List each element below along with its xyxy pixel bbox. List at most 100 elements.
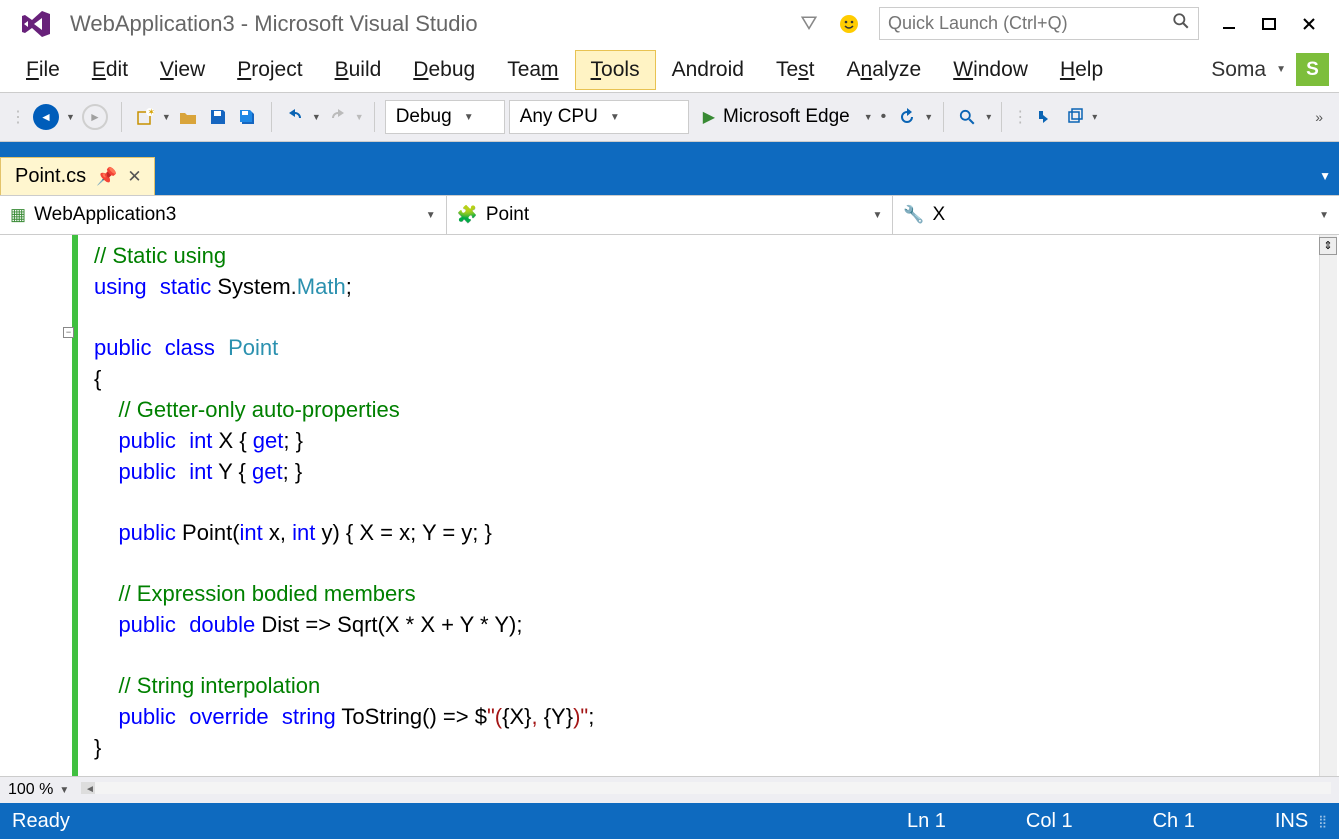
editor-footer: 100 % ▼ ◄ <box>0 776 1339 803</box>
vertical-scrollbar[interactable] <box>1319 235 1337 776</box>
document-tab-strip: Point.cs 📌 ✕ ▼ <box>0 157 1339 195</box>
code-editor[interactable]: − // Static using using static System.Ma… <box>0 235 1339 776</box>
code-token: string <box>282 704 336 729</box>
new-project-button[interactable]: ✶ <box>132 102 158 132</box>
toolbar-overflow-chevron-icon[interactable]: » <box>1315 109 1323 125</box>
feedback-smiley-icon[interactable] <box>835 10 863 38</box>
zoom-dropdown-icon[interactable]: ▼ <box>59 785 69 796</box>
undo-button[interactable] <box>282 102 308 132</box>
menu-debug[interactable]: Debug <box>397 50 491 90</box>
menu-project[interactable]: Project <box>221 50 318 90</box>
code-token: Math <box>297 274 346 299</box>
chevron-down-icon[interactable]: ▼ <box>162 112 171 122</box>
tab-overflow-icon[interactable]: ▼ <box>1319 169 1331 183</box>
toolbar-overflow-icon[interactable]: ▾ <box>1092 112 1097 123</box>
solution-platform-dropdown[interactable]: Any CPU▼ <box>509 100 689 134</box>
menu-help[interactable]: Help <box>1044 50 1119 90</box>
search-icon[interactable] <box>1172 12 1190 35</box>
document-tab[interactable]: Point.cs 📌 ✕ <box>0 157 155 195</box>
property-icon: 🔧 <box>903 205 924 225</box>
menu-team[interactable]: Team <box>491 50 574 90</box>
code-token: , <box>531 704 543 729</box>
code-token: // Getter-only auto-properties <box>94 397 400 422</box>
code-token: X { <box>212 428 252 453</box>
code-token: public <box>94 428 176 453</box>
code-token: )" <box>573 704 588 729</box>
csharp-project-icon: ▦ <box>10 205 26 225</box>
menu-edit[interactable]: Edit <box>76 50 144 90</box>
code-token: public <box>94 704 176 729</box>
run-target-label: Microsoft Edge <box>723 106 850 128</box>
toolbar-overflow-icon[interactable]: ▾ <box>986 112 991 123</box>
code-token: x, <box>263 520 292 545</box>
solution-config-dropdown[interactable]: Debug▼ <box>385 100 505 134</box>
code-token: // Static using <box>94 243 226 268</box>
nav-back-button[interactable]: ◄ <box>30 102 62 132</box>
minimize-button[interactable] <box>1209 9 1249 39</box>
split-editor-icon[interactable]: ⇕ <box>1319 237 1337 255</box>
zoom-level[interactable]: 100 % <box>8 781 53 799</box>
find-in-files-button[interactable] <box>954 102 980 132</box>
code-area[interactable]: // Static using using static System.Math… <box>78 235 1339 776</box>
toolbar-grip-icon: ⋮ <box>1012 107 1028 127</box>
nav-project-dropdown[interactable]: ▦ WebApplication3 ▼ <box>0 196 447 234</box>
start-debugging-button[interactable]: ▶Microsoft Edge <box>693 102 860 132</box>
code-token: int <box>292 520 315 545</box>
save-all-button[interactable] <box>235 102 261 132</box>
chevron-down-icon[interactable]: ▼ <box>924 112 933 122</box>
nav-class-dropdown[interactable]: 🧩 Point ▼ <box>447 196 894 234</box>
outline-collapse-icon[interactable]: − <box>63 327 74 338</box>
code-token: public <box>94 335 151 360</box>
maximize-button[interactable] <box>1249 9 1289 39</box>
menu-analyze[interactable]: Analyze <box>831 50 938 90</box>
status-bar: Ready Ln 1 Col 1 Ch 1 INS ⣿ <box>0 803 1339 839</box>
code-token: override <box>189 704 268 729</box>
close-tab-icon[interactable]: ✕ <box>127 167 141 187</box>
menu-test[interactable]: Test <box>760 50 831 90</box>
pin-tab-icon[interactable]: 📌 <box>96 167 117 187</box>
editor-nav-bar: ▦ WebApplication3 ▼ 🧩 Point ▼ 🔧 X ▼ <box>0 195 1339 235</box>
code-token: } <box>94 735 101 760</box>
toolbar-grip-icon: ⋮ <box>10 107 26 127</box>
code-token: {Y} <box>544 704 573 729</box>
editor-gutter[interactable]: − <box>0 235 78 776</box>
signed-in-user[interactable]: Soma <box>1201 58 1276 82</box>
close-button[interactable] <box>1289 9 1329 39</box>
chevron-down-icon[interactable]: ▼ <box>312 112 321 122</box>
quick-launch-box[interactable] <box>879 7 1199 40</box>
notifications-icon[interactable] <box>795 10 823 38</box>
code-token: int <box>189 459 212 484</box>
standard-toolbar: ⋮ ◄ ▼ ► ✶ ▼ ▼ ▼ Debug▼ Any CPU▼ ▶Microso… <box>0 92 1339 142</box>
chevron-down-icon[interactable]: ▼ <box>355 112 364 122</box>
menu-tools[interactable]: Tools <box>575 50 656 90</box>
chevron-down-icon[interactable]: ▼ <box>66 112 75 122</box>
save-button[interactable] <box>205 102 231 132</box>
code-token: System. <box>211 274 297 299</box>
menu-view[interactable]: View <box>144 50 221 90</box>
code-token: ; <box>346 274 352 299</box>
code-token: public <box>94 459 176 484</box>
resize-grip-icon[interactable]: ⣿ <box>1318 814 1327 828</box>
code-token: y) { X = x; Y = y; } <box>315 520 492 545</box>
code-token: // String interpolation <box>94 673 320 698</box>
user-dropdown-caret-icon[interactable]: ▼ <box>1276 64 1286 75</box>
open-file-button[interactable] <box>175 102 201 132</box>
browser-refresh-button[interactable] <box>894 102 920 132</box>
quick-launch-input[interactable] <box>888 13 1172 34</box>
step-into-button[interactable] <box>1032 102 1058 132</box>
nav-forward-button[interactable]: ► <box>79 102 111 132</box>
redo-button[interactable] <box>325 102 351 132</box>
nav-member-dropdown[interactable]: 🔧 X ▼ <box>893 196 1339 234</box>
step-over-button[interactable] <box>1062 102 1088 132</box>
menu-window[interactable]: Window <box>937 50 1044 90</box>
chevron-down-icon[interactable]: ▼ <box>864 112 873 122</box>
user-avatar[interactable]: S <box>1296 53 1329 86</box>
menu-build[interactable]: Build <box>319 50 398 90</box>
solution-platform-value: Any CPU <box>520 106 598 128</box>
code-token: using <box>94 274 147 299</box>
menu-android[interactable]: Android <box>656 50 760 90</box>
menu-file[interactable]: FFileile <box>10 50 76 90</box>
svg-text:◄: ◄ <box>85 784 95 795</box>
code-token: "( <box>487 704 502 729</box>
horizontal-scrollbar[interactable]: ◄ <box>81 781 1331 800</box>
